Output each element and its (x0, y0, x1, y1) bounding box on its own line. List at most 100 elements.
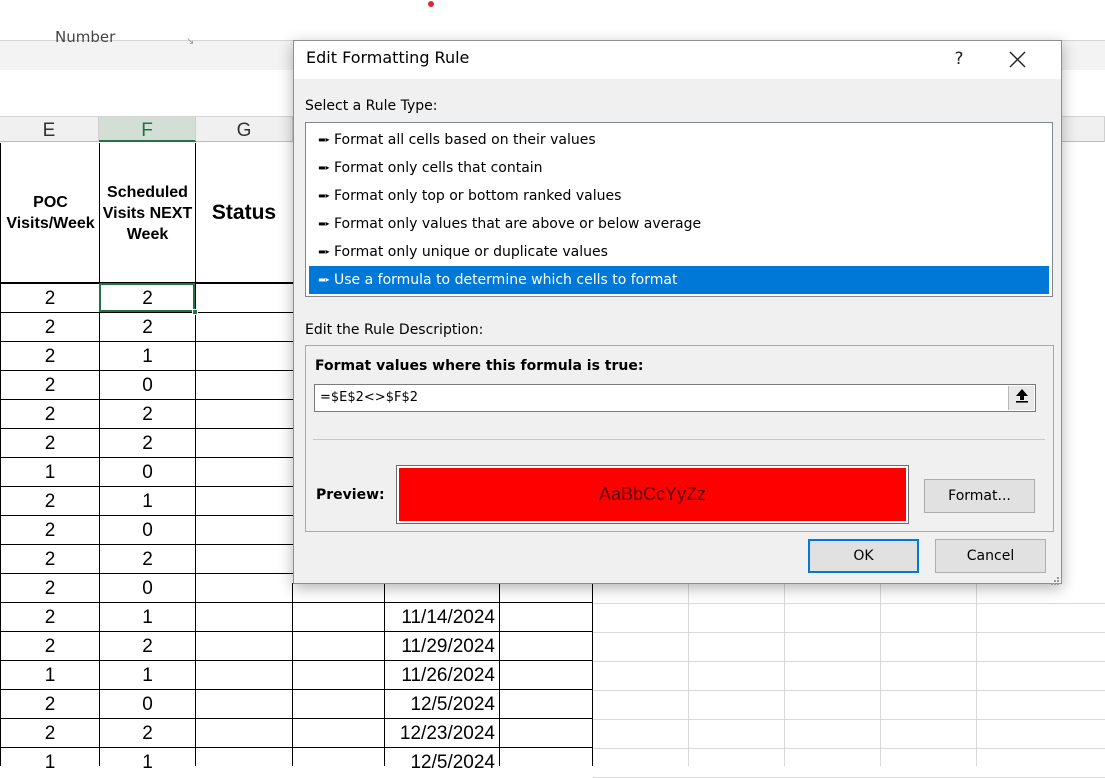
rule-type-item[interactable]: ▬▸ Format only top or bottom ranked value… (309, 182, 1049, 210)
column-header-f[interactable]: F (99, 117, 196, 142)
rule-arrow-icon: ▬▸ (318, 163, 330, 172)
cell-poc-visits[interactable]: 1 (1, 747, 99, 776)
cell-scheduled-visits[interactable]: 1 (100, 341, 195, 370)
rule-type-item[interactable]: ▬▸ Format only cells that contain (309, 154, 1049, 182)
fill-handle[interactable] (192, 309, 198, 315)
gridline (593, 719, 1105, 720)
red-dot-marker (428, 1, 434, 7)
cell-date[interactable]: 12/5/2024 (385, 747, 499, 776)
cell-poc-visits[interactable]: 2 (1, 544, 99, 573)
cancel-button[interactable]: Cancel (935, 539, 1046, 573)
close-icon (1009, 51, 1026, 68)
rule-type-label: Format only top or bottom ranked values (334, 188, 622, 204)
cell-poc-visits[interactable]: 1 (1, 457, 99, 486)
cell-poc-visits[interactable]: 2 (1, 428, 99, 457)
formula-label: Format values where this formula is true… (315, 358, 644, 374)
table-border (592, 583, 593, 766)
cell-date[interactable]: 11/26/2024 (385, 660, 499, 689)
cell-scheduled-visits[interactable]: 2 (100, 718, 195, 747)
rule-type-item[interactable]: ▬▸ Format only values that are above or b… (309, 210, 1049, 238)
cell-scheduled-visits[interactable]: 0 (100, 573, 195, 602)
cell-poc-visits[interactable]: 2 (1, 486, 99, 515)
cell-date[interactable]: 11/29/2024 (385, 631, 499, 660)
cell-date[interactable]: 12/23/2024 (385, 718, 499, 747)
gridline (593, 690, 1105, 691)
rule-type-label: Format all cells based on their values (334, 132, 596, 148)
gridline (593, 661, 1105, 662)
header-poc-visits-week[interactable]: POC Visits/Week (2, 143, 99, 283)
cell-poc-visits[interactable]: 2 (1, 399, 99, 428)
active-cell-f2[interactable] (99, 283, 195, 312)
cell-poc-visits[interactable]: 1 (1, 660, 99, 689)
rule-type-label: Format only values that are above or bel… (334, 216, 702, 232)
header-scheduled-visits-next-week[interactable]: Scheduled Visits NEXT Week (100, 143, 195, 283)
gridline (880, 583, 881, 766)
separator (313, 439, 1045, 440)
gridline (688, 583, 689, 766)
cell-poc-visits[interactable]: 2 (1, 312, 99, 341)
cell-scheduled-visits[interactable]: 0 (100, 515, 195, 544)
rule-type-item[interactable]: ▬▸ Format only unique or duplicate values (309, 238, 1049, 266)
cell-poc-visits[interactable]: 2 (1, 283, 99, 312)
cell-scheduled-visits[interactable]: 1 (100, 747, 195, 776)
column-header-g[interactable]: G (196, 117, 293, 142)
cell-scheduled-visits[interactable]: 2 (100, 428, 195, 457)
cell-poc-visits[interactable]: 2 (1, 718, 99, 747)
rule-type-list[interactable]: ▬▸ Format all cells based on their values… (305, 122, 1053, 297)
resize-grip-icon[interactable] (1048, 571, 1060, 585)
cell-scheduled-visits[interactable]: 1 (100, 486, 195, 515)
rule-arrow-icon: ▬▸ (318, 247, 330, 256)
cell-scheduled-visits[interactable]: 2 (100, 399, 195, 428)
cell-scheduled-visits[interactable]: 0 (100, 689, 195, 718)
select-rule-type-label: Select a Rule Type: (305, 98, 438, 114)
ok-button[interactable]: OK (808, 539, 919, 573)
cell-poc-visits[interactable]: 2 (1, 515, 99, 544)
cell-scheduled-visits[interactable]: 2 (100, 312, 195, 341)
cell-scheduled-visits[interactable]: 2 (100, 544, 195, 573)
rule-type-label: Use a formula to determine which cells t… (334, 272, 678, 288)
gridline (976, 583, 977, 766)
rule-type-label: Format only cells that contain (334, 160, 543, 176)
cell-poc-visits[interactable]: 2 (1, 370, 99, 399)
column-header-right[interactable] (1062, 117, 1105, 142)
gridline (593, 748, 1105, 749)
cell-poc-visits[interactable]: 2 (1, 602, 99, 631)
preview-label: Preview: (316, 487, 385, 503)
close-button[interactable] (1002, 44, 1032, 74)
rule-arrow-icon: ▬▸ (318, 191, 330, 200)
cell-scheduled-visits[interactable]: 2 (100, 631, 195, 660)
edit-rule-description-label: Edit the Rule Description: (305, 322, 484, 338)
rule-arrow-icon: ▬▸ (318, 219, 330, 228)
preview-box: AaBbCcYyZz (396, 465, 909, 524)
cell-scheduled-visits[interactable]: 0 (100, 370, 195, 399)
rule-arrow-icon: ▬▸ (318, 135, 330, 144)
cell-poc-visits[interactable]: 2 (1, 689, 99, 718)
edit-formatting-rule-dialog: Edit Formatting Rule ? Select a Rule Typ… (293, 40, 1062, 585)
rule-arrow-icon: ▬▸ (318, 275, 330, 284)
cell-poc-visits[interactable]: 2 (1, 573, 99, 602)
rule-type-label: Format only unique or duplicate values (334, 244, 608, 260)
header-status[interactable]: Status (196, 143, 292, 283)
dialog-title: Edit Formatting Rule (306, 48, 470, 67)
cell-scheduled-visits[interactable]: 0 (100, 457, 195, 486)
cell-poc-visits[interactable]: 2 (1, 631, 99, 660)
cell-scheduled-visits[interactable]: 1 (100, 602, 195, 631)
cell-poc-visits[interactable]: 2 (1, 341, 99, 370)
ribbon-group-number-label: Number (55, 28, 116, 46)
gridline (593, 632, 1105, 633)
dialog-launcher-icon[interactable]: ↘ (186, 36, 194, 47)
table-border (292, 583, 293, 766)
column-header-e[interactable]: E (0, 117, 99, 142)
rule-type-item[interactable]: ▬▸ Use a formula to determine which cells… (309, 266, 1049, 294)
collapse-dialog-button[interactable] (1008, 386, 1034, 410)
rule-type-item[interactable]: ▬▸ Format all cells based on their values (309, 126, 1049, 154)
help-button[interactable]: ? (946, 45, 972, 73)
collapse-arrow-icon (1015, 389, 1028, 403)
cell-scheduled-visits[interactable]: 1 (100, 660, 195, 689)
cell-date[interactable]: 12/5/2024 (385, 689, 499, 718)
gridline (784, 583, 785, 766)
formula-input[interactable]: =$E$2<>$F$2 (314, 384, 1036, 412)
preview-sample-text: AaBbCcYyZz (399, 468, 906, 521)
cell-date[interactable]: 11/14/2024 (385, 602, 499, 631)
format-button[interactable]: Format... (924, 479, 1035, 513)
